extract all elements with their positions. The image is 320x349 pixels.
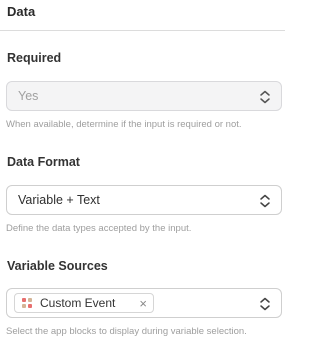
section-divider — [0, 30, 285, 31]
variable-sources-select[interactable]: Custom Event × — [6, 288, 282, 318]
close-icon[interactable]: × — [139, 297, 147, 310]
data-settings-panel: Data Required Yes When available, determ… — [0, 0, 287, 349]
chip-label: Custom Event — [40, 296, 116, 310]
required-help-text: When available, determine if the input i… — [6, 119, 242, 130]
variable-source-chip: Custom Event × — [14, 293, 154, 313]
section-title: Data — [7, 4, 36, 19]
chevron-up-down-icon — [260, 194, 270, 208]
variable-sources-label: Variable Sources — [7, 259, 108, 273]
required-select[interactable]: Yes — [6, 81, 282, 111]
variable-sources-help-text: Select the app blocks to display during … — [6, 326, 247, 337]
required-label: Required — [7, 51, 62, 65]
data-format-select-value: Variable + Text — [18, 193, 100, 207]
data-format-label: Data Format — [7, 155, 80, 169]
data-format-help-text: Define the data types accepted by the in… — [6, 223, 192, 234]
data-format-select[interactable]: Variable + Text — [6, 185, 282, 215]
custom-event-icon — [22, 298, 32, 308]
required-select-value: Yes — [18, 89, 39, 103]
chevron-up-down-icon — [260, 297, 270, 311]
chevron-up-down-icon — [260, 90, 270, 104]
